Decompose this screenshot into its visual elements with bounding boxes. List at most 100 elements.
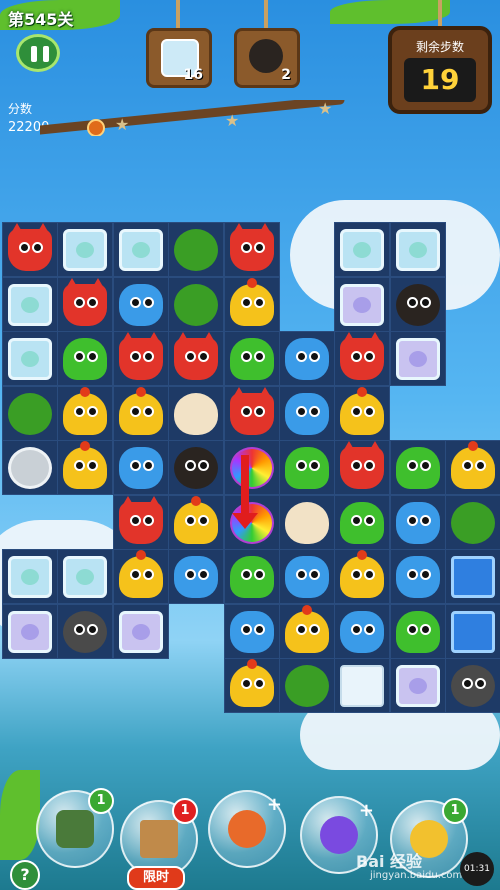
ice-piece — [395, 229, 440, 271]
board-cell[interactable] — [445, 494, 500, 550]
frog-piece — [340, 501, 385, 544]
board-cell[interactable] — [445, 603, 500, 659]
board-cell[interactable] — [112, 603, 169, 659]
board-cell[interactable] — [57, 385, 114, 441]
board-cell[interactable] — [279, 658, 335, 713]
board-cell[interactable] — [112, 331, 169, 386]
board-cell[interactable] — [334, 549, 391, 604]
board-cell[interactable] — [2, 331, 58, 386]
board-cell[interactable] — [57, 331, 114, 386]
board-cell[interactable] — [2, 549, 58, 604]
board-cell[interactable] — [112, 276, 169, 332]
board-cell[interactable] — [389, 494, 446, 550]
board-cell[interactable] — [389, 603, 446, 659]
board-cell[interactable] — [223, 658, 280, 713]
extra-moves-booster[interactable]: + — [208, 790, 286, 868]
board-cell[interactable] — [334, 385, 391, 441]
board-cell[interactable] — [57, 549, 114, 604]
piece-eye — [87, 460, 99, 471]
board-cell[interactable] — [2, 440, 58, 495]
board-cell[interactable] — [223, 549, 280, 604]
fox-piece — [118, 332, 163, 380]
piece-eye — [185, 460, 197, 471]
board-cell[interactable] — [334, 494, 391, 550]
piece-eye — [419, 569, 431, 580]
pause-button[interactable] — [16, 34, 60, 72]
board-cell[interactable] — [112, 440, 169, 495]
board-cell[interactable] — [334, 222, 391, 277]
bluegem-piece — [451, 556, 496, 598]
board-cell[interactable] — [445, 549, 500, 604]
board-cell[interactable] — [57, 603, 114, 659]
board-cell[interactable] — [279, 440, 335, 495]
board-cell[interactable] — [389, 222, 446, 277]
rope — [264, 0, 268, 30]
board-cell[interactable] — [279, 603, 335, 659]
piece-eye — [74, 460, 86, 471]
piece-eye — [142, 514, 154, 526]
board-cell[interactable] — [168, 549, 225, 604]
booster-plus: + — [358, 800, 374, 821]
fox-piece — [340, 441, 385, 489]
board-cell[interactable] — [223, 440, 280, 495]
piece-eye — [364, 623, 376, 635]
board-cell[interactable] — [389, 440, 446, 495]
piece-eye — [87, 405, 99, 417]
board-cell[interactable] — [445, 440, 500, 495]
level-title: 第545关 — [8, 10, 74, 29]
board-cell[interactable] — [389, 331, 446, 386]
board-cell[interactable] — [2, 603, 58, 659]
board-cell[interactable] — [168, 440, 225, 495]
board-cell[interactable] — [279, 494, 335, 550]
board-cell[interactable] — [279, 385, 335, 441]
shuffle-booster[interactable]: 1 — [36, 788, 114, 868]
ice-piece — [63, 229, 108, 271]
board-cell[interactable] — [389, 549, 446, 604]
chick-piece — [285, 604, 329, 653]
board-cell[interactable] — [445, 658, 500, 713]
board-cell[interactable] — [223, 603, 280, 659]
board-cell[interactable] — [168, 222, 225, 277]
board-cell[interactable] — [168, 385, 225, 441]
board-cell[interactable] — [223, 331, 280, 386]
board-cell[interactable] — [112, 494, 169, 550]
bluegem-piece — [451, 610, 496, 653]
board-cell[interactable] — [334, 331, 391, 386]
clock-plus-icon — [228, 810, 266, 848]
board-cell[interactable] — [223, 222, 280, 277]
board-cell[interactable] — [57, 276, 114, 332]
board-cell[interactable] — [334, 276, 391, 332]
piece-eye — [351, 623, 363, 635]
board-cell[interactable] — [389, 658, 446, 713]
help-button[interactable]: ? — [10, 860, 40, 890]
board-cell[interactable] — [57, 440, 114, 495]
board-cell[interactable] — [112, 385, 169, 441]
chick-piece — [174, 495, 219, 544]
board-cell[interactable] — [168, 494, 225, 550]
board-cell[interactable] — [334, 603, 391, 659]
board-cell[interactable] — [112, 549, 169, 604]
board-cell[interactable] — [223, 276, 280, 332]
board-cell[interactable] — [112, 222, 169, 277]
board-cell[interactable] — [168, 331, 225, 386]
booster-badge: 1 — [172, 798, 198, 824]
frog-piece — [395, 447, 440, 489]
board-cell[interactable] — [279, 331, 335, 386]
board-cell[interactable] — [334, 440, 391, 495]
board-cell[interactable] — [57, 222, 114, 277]
board-cell[interactable] — [334, 658, 391, 713]
board-cell[interactable] — [389, 276, 446, 332]
piece-eye — [129, 351, 141, 362]
ice-piece — [8, 556, 52, 598]
board-cell[interactable] — [2, 385, 58, 441]
board-cell[interactable] — [2, 222, 58, 277]
board-cell[interactable] — [223, 385, 280, 441]
board-cell[interactable] — [2, 276, 58, 332]
board-cell[interactable] — [168, 276, 225, 332]
board-cell[interactable] — [279, 549, 335, 604]
piece-eye — [129, 569, 141, 580]
foliage — [330, 0, 450, 24]
piece-eye — [419, 296, 431, 308]
piece-eye — [462, 678, 474, 689]
moves-label: 剩余步数 — [415, 40, 464, 54]
